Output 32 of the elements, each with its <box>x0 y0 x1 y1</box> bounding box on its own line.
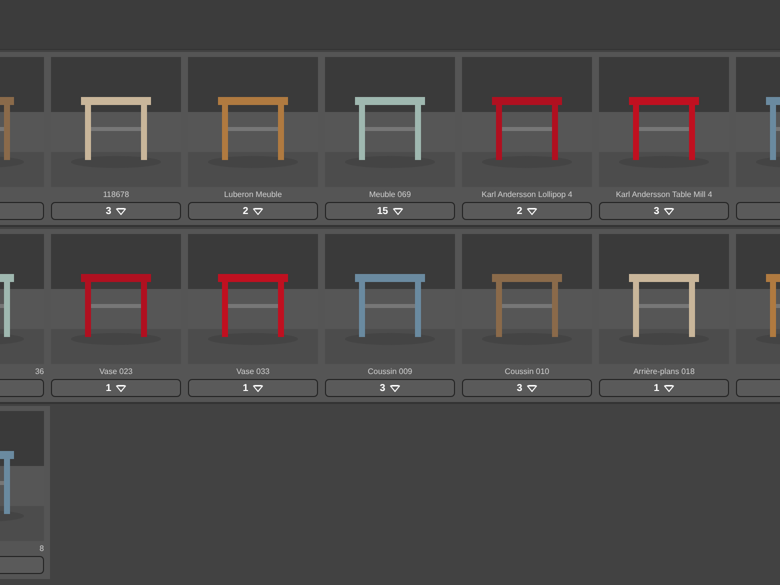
item-title: Arrière-plans 018 <box>633 367 695 376</box>
diamond-icon <box>390 384 400 392</box>
item-title: 8 <box>40 544 44 553</box>
count-button[interactable]: 1 <box>51 379 181 397</box>
diamond-icon <box>664 208 674 214</box>
item-title: Meuble 069 <box>369 190 411 199</box>
count-button[interactable]: 2 <box>188 202 318 220</box>
item-title: Vase 023 <box>99 367 133 376</box>
count-button[interactable]: 1 <box>188 379 318 397</box>
diamond-icon <box>527 208 538 214</box>
count-button[interactable]: 15 <box>325 202 455 220</box>
count-button[interactable]: 1 <box>599 379 729 397</box>
item-title: Coussin 010 <box>504 367 550 376</box>
diamond-icon <box>664 384 674 392</box>
item-title: 36 <box>35 367 44 376</box>
diamond-icon <box>116 384 126 392</box>
item-title: Karl Andersson Table Mill 4 <box>616 190 712 199</box>
diamond-icon <box>253 384 264 392</box>
item-title: 118678 <box>102 190 130 199</box>
count-button[interactable]: 3 <box>462 379 592 397</box>
diamond-icon <box>253 208 264 214</box>
item-title: Coussin 009 <box>368 367 412 376</box>
count-button[interactable]: 2 <box>462 202 592 220</box>
count-button[interactable]: 3 <box>325 379 455 397</box>
count-button[interactable]: 3 <box>51 202 181 220</box>
count-button[interactable]: 3 <box>599 202 729 220</box>
diamond-icon <box>527 384 538 392</box>
diamond-icon <box>116 208 126 214</box>
item-title: Luberon Meuble <box>224 190 282 199</box>
item-title: Karl Andersson Lollipop 4 <box>482 190 572 199</box>
diamond-icon <box>393 208 404 214</box>
item-title: Vase 033 <box>236 367 270 376</box>
